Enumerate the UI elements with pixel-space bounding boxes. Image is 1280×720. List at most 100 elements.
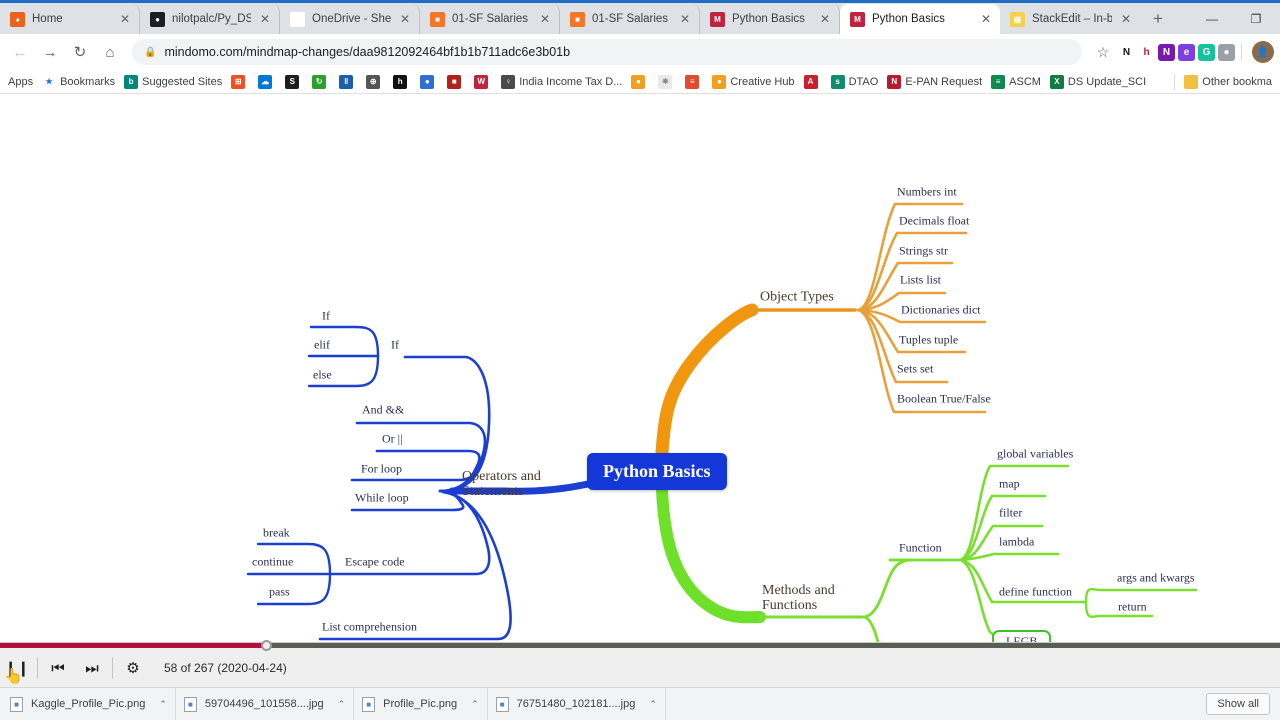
tab-close-icon[interactable]: ✕ [978, 11, 994, 27]
browser-tab-0[interactable]: ◕ Home ✕ [0, 4, 140, 34]
next-icon[interactable]: ⏭ [75, 648, 109, 688]
previous-icon[interactable]: ⏮ [41, 648, 75, 688]
bookmark-hathi-icon[interactable]: h [393, 74, 411, 89]
onenote-extension-icon[interactable]: N [1158, 43, 1175, 61]
node-sets-set[interactable]: Sets set [897, 362, 933, 377]
reload-button[interactable]: ↻ [66, 38, 94, 66]
chevron-up-icon[interactable]: ⌃ [338, 699, 346, 710]
bookmark-red-square-icon[interactable]: ■ [447, 74, 465, 89]
bookmark-globe-icon[interactable]: ⊕ [366, 74, 384, 89]
notion-extension-icon[interactable]: N [1118, 43, 1135, 61]
node-boolean-true-false[interactable]: Boolean True/False [897, 392, 991, 407]
mindmap-canvas[interactable]: Python Basics Object Types Operators and… [0, 94, 1280, 656]
node-filter[interactable]: filter [999, 506, 1022, 521]
node-pass[interactable]: pass [269, 585, 290, 600]
node-or-operator[interactable]: Or || [382, 432, 402, 447]
browser-tab-5[interactable]: M Python Basics ✕ [700, 4, 840, 34]
bookmark-blue-circle-icon[interactable]: ● [420, 74, 438, 89]
bookmark-word-icon[interactable]: W [474, 74, 492, 89]
bookmark-apps[interactable]: Apps [8, 76, 33, 88]
browser-tab-3[interactable]: ■ 01-SF Salaries Exercise - Jup ✕ [420, 4, 560, 34]
other-bookmarks[interactable]: Other bookma [1174, 73, 1272, 90]
node-decimals-float[interactable]: Decimals float [899, 214, 969, 229]
node-continue[interactable]: continue [252, 555, 293, 570]
node-if-sub-if[interactable]: If [322, 309, 330, 324]
browser-tab-1[interactable]: ● nilotpalc/Py_DS_ML_Bootca ✕ [140, 4, 280, 34]
address-bar[interactable]: 🔒 mindomo.com/mindmap-changes/daa9812092… [132, 39, 1082, 65]
node-return[interactable]: return [1118, 600, 1147, 615]
gear-icon[interactable]: ⚙ [116, 648, 150, 688]
chevron-up-icon[interactable]: ⌃ [649, 699, 657, 710]
node-define-function[interactable]: define function [999, 585, 1072, 600]
bookmark-e-pan-request[interactable]: N E-PAN Request [887, 74, 982, 89]
node-escape-code[interactable]: Escape code [345, 555, 405, 570]
pause-icon[interactable]: ❙❙ [0, 648, 34, 688]
node-break[interactable]: break [263, 526, 290, 541]
back-button[interactable]: ← [6, 38, 34, 66]
branch-label-operators-and-statements[interactable]: Operators and Statements [462, 469, 541, 499]
grammarly-extension-icon[interactable]: G [1198, 43, 1215, 61]
chevron-up-icon[interactable]: ⌃ [159, 699, 167, 710]
node-dictionaries-dict[interactable]: Dictionaries dict [901, 303, 981, 318]
avatar[interactable]: 👤 [1252, 41, 1274, 63]
branch-label-methods-and-functions[interactable]: Methods and Functions [762, 583, 835, 613]
show-all-downloads-button[interactable]: Show all [1206, 693, 1270, 715]
tab-close-icon[interactable]: ✕ [537, 11, 553, 27]
bookmark-star-icon[interactable]: ☆ [1091, 40, 1115, 64]
node-tuples-tuple[interactable]: Tuples tuple [899, 333, 958, 348]
branch-label-object-types[interactable]: Object Types [760, 290, 834, 305]
node-numbers-int[interactable]: Numbers int [897, 185, 957, 200]
tab-close-icon[interactable]: ✕ [677, 11, 693, 27]
node-args-and-kwargs[interactable]: args and kwargs [1117, 571, 1195, 586]
node-global-variables[interactable]: global variables [997, 447, 1073, 462]
tab-close-icon[interactable]: ✕ [397, 11, 413, 27]
bookmark-ascm[interactable]: ≡ ASCM [991, 74, 1041, 89]
node-for-loop[interactable]: For loop [361, 462, 402, 477]
browser-tab-4[interactable]: ■ 01-SF Salaries Exercise - Jup ✕ [560, 4, 700, 34]
node-if-sub-else[interactable]: else [313, 368, 332, 383]
node-while-loop[interactable]: While loop [355, 491, 409, 506]
download-item-3[interactable]: ■ 76751480_102181....jpg ⌃ [488, 687, 666, 720]
tomato-timer-icon[interactable]: ● [1218, 43, 1235, 61]
browser-tab-6[interactable]: M Python Basics ✕ [840, 4, 1000, 34]
node-lists-list[interactable]: Lists list [900, 273, 941, 288]
node-lambda[interactable]: lambda [999, 535, 1034, 550]
browser-tab-7[interactable]: ▤ StackEdit – In-browser Mark ✕ [1000, 4, 1140, 34]
tab-close-icon[interactable]: ✕ [1118, 11, 1134, 27]
bookmark-scribd-icon[interactable]: S [285, 74, 303, 89]
node-map[interactable]: map [999, 477, 1020, 492]
node-strings-str[interactable]: Strings str [899, 244, 948, 259]
bookmark-suggested-sites[interactable]: b Suggested Sites [124, 74, 222, 89]
maximize-button[interactable]: ❐ [1234, 4, 1278, 34]
bookmark-bi-icon[interactable]: ‖ [339, 74, 357, 89]
bookmark-india-income-tax-d[interactable]: ♀ India Income Tax D... [501, 74, 622, 89]
bookmark-bookmarks[interactable]: ★ Bookmarks [42, 75, 115, 89]
bookmark-creative-hub[interactable]: ● Creative Hub [712, 74, 795, 89]
browser-tab-2[interactable]: ◝ OneDrive - Shell/Document ✕ [280, 4, 420, 34]
forward-button[interactable]: → [36, 38, 64, 66]
node-if-sub-elif[interactable]: elif [314, 338, 330, 353]
node-function[interactable]: Function [899, 541, 942, 556]
bookmark-pdf-icon[interactable]: A [803, 74, 822, 89]
download-item-1[interactable]: ■ 59704496_101558....jpg ⌃ [176, 687, 355, 720]
download-item-0[interactable]: ■ Kaggle_Profile_Pic.png ⌃ [2, 687, 176, 720]
bookmark-shell-icon[interactable]: ● [631, 74, 649, 89]
node-list-comprehension[interactable]: List comprehension [322, 620, 417, 635]
hypothesis-extension-icon[interactable]: h [1138, 43, 1155, 61]
tab-close-icon[interactable]: ✕ [117, 11, 133, 27]
bookmark-onedrive-icon[interactable]: ☁ [258, 74, 276, 89]
bookmark-dtao[interactable]: s DTAO [830, 74, 878, 89]
home-button[interactable]: ⌂ [96, 38, 124, 66]
node-and-operator[interactable]: And && [362, 403, 404, 418]
bookmark-flag-icon[interactable]: ≡ [685, 74, 703, 89]
bookmark-gear-dots-icon[interactable]: ✵ [658, 74, 676, 89]
edge-collections-icon[interactable]: e [1178, 43, 1195, 61]
bookmark-microsoft-icon[interactable]: ⊞ [231, 74, 249, 89]
bookmark-refresh-icon[interactable]: ↻ [312, 74, 330, 89]
tab-close-icon[interactable]: ✕ [257, 11, 273, 27]
central-node[interactable]: Python Basics [587, 453, 727, 490]
bookmark-ds-update-sci[interactable]: X DS Update_SCI [1049, 74, 1146, 89]
tab-close-icon[interactable]: ✕ [817, 11, 833, 27]
chevron-up-icon[interactable]: ⌃ [471, 699, 479, 710]
new-tab-button[interactable]: + [1144, 5, 1172, 33]
